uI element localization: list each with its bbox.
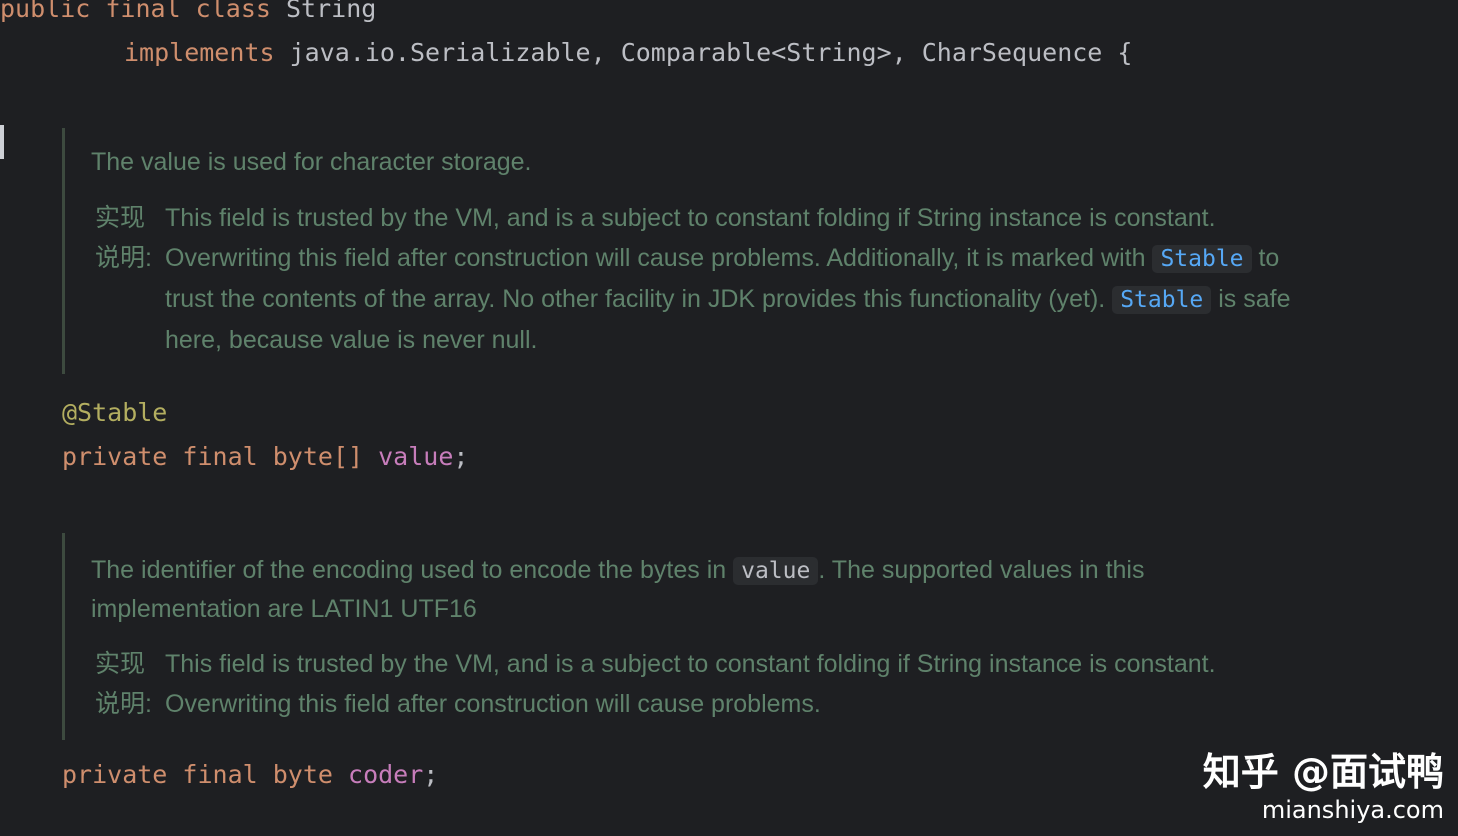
watermark-url: mianshiya.com xyxy=(1203,796,1444,824)
inline-code[interactable]: Stable xyxy=(1152,245,1251,273)
doc-summary: The identifier of the encoding used to e… xyxy=(91,551,1291,628)
class-name: String xyxy=(286,0,376,23)
type: byte[] xyxy=(273,442,363,471)
implements-line: implements java.io.Serializable, Compara… xyxy=(124,38,1132,67)
impl-note-label: 实现说明: xyxy=(91,644,165,724)
field-value-declaration: private final byte[] value; xyxy=(62,442,468,471)
watermark-title: 知乎 @面试鸭 xyxy=(1203,741,1444,796)
javadoc-coder: The identifier of the encoding used to e… xyxy=(62,533,1291,740)
keyword: private final xyxy=(62,442,258,471)
javadoc-value: The value is used for character storage.… xyxy=(62,128,1291,374)
inline-code[interactable]: Stable xyxy=(1112,286,1211,314)
field-name: coder xyxy=(348,760,423,789)
keyword: private final xyxy=(62,760,258,789)
semicolon: ; xyxy=(423,760,438,789)
semicolon: ; xyxy=(453,442,468,471)
keyword: public final class xyxy=(0,0,271,23)
class-declaration: public final class String xyxy=(0,0,376,23)
impl-note-label: 实现说明: xyxy=(91,198,165,360)
doc-text: This field is trusted by the VM, and is … xyxy=(165,204,1216,272)
field-coder-declaration: private final byte coder; xyxy=(62,760,438,789)
impl-note-text: This field is trusted by the VM, and is … xyxy=(165,644,1291,724)
annotation: @Stable xyxy=(62,398,167,427)
text-caret xyxy=(0,125,4,159)
watermark: 知乎 @面试鸭 mianshiya.com xyxy=(1203,741,1444,824)
interfaces: java.io.Serializable, Comparable<String>… xyxy=(290,38,1133,67)
impl-note-text: This field is trusted by the VM, and is … xyxy=(165,198,1291,360)
field-name: value xyxy=(378,442,453,471)
inline-code[interactable]: value xyxy=(733,557,818,585)
doc-summary: The value is used for character storage. xyxy=(91,142,1291,182)
keyword: implements xyxy=(124,38,275,67)
doc-text: The identifier of the encoding used to e… xyxy=(91,556,726,584)
type: byte xyxy=(273,760,333,789)
